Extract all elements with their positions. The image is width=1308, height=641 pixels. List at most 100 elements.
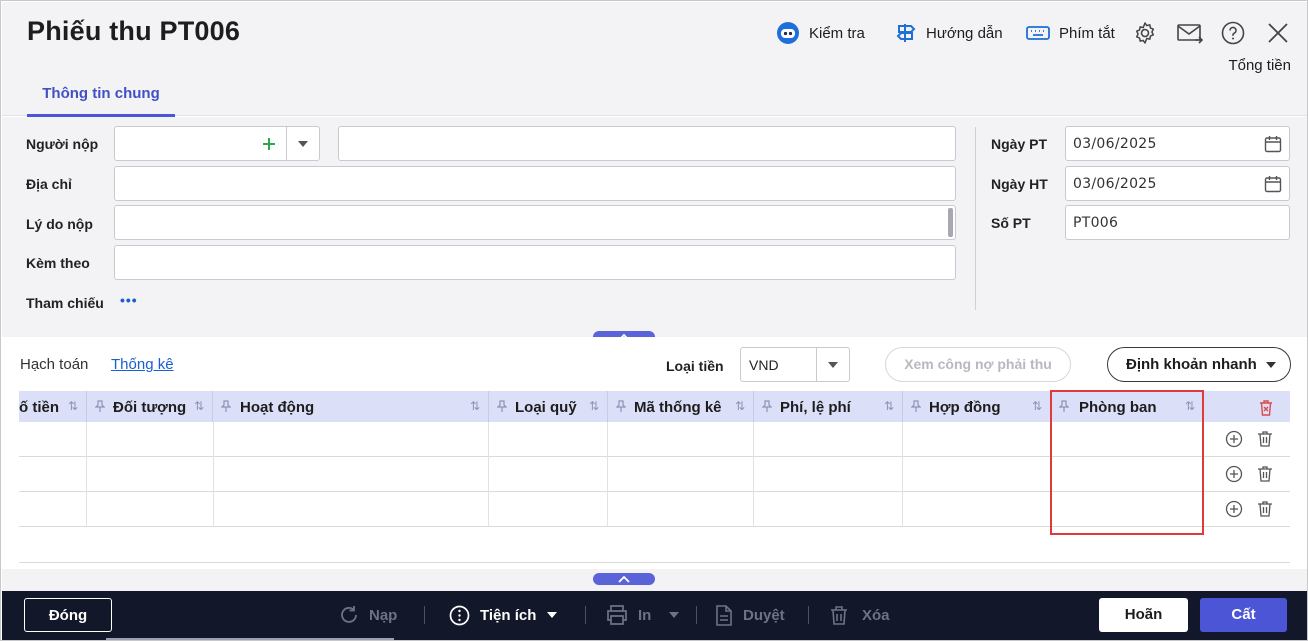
robot-icon [777,22,799,44]
col-divider [86,422,87,527]
general-info-form: Người nộp Địa chỉ Lý do nộp Kèm theo Tha… [2,117,1307,337]
footer-divider [424,606,425,624]
col-label: Loại quỹ [515,399,577,416]
top-bar: Phiếu thu PT006 Kiểm tra Hướng dẫn Phím … [2,2,1307,117]
col-ma-thong-ke[interactable]: Mã thống kê ⇅ [608,391,754,422]
tab-thong-ke[interactable]: Thống kê [111,356,174,373]
page-title: Phiếu thu PT006 [27,16,241,46]
xoa-label: Xóa [862,606,890,624]
huong-dan-button[interactable]: Hướng dẫn [895,22,1003,44]
sort-icon[interactable]: ⇅ [68,399,78,413]
ngay-ht-datepicker[interactable]: 03/06/2025 [1065,166,1290,201]
loai-tien-dropdown-arrow[interactable] [816,348,849,381]
nguoi-nop-name-input[interactable] [338,126,956,161]
collapse-grid-toggle[interactable] [593,573,655,585]
pin-icon[interactable] [616,400,626,412]
col-doi-tuong[interactable]: Đối tượng ⇅ [87,391,213,422]
col-label: Phí, lệ phí [780,399,851,416]
delete-all-icon[interactable] [1258,399,1274,416]
calendar-icon[interactable] [1264,175,1282,193]
trash-icon [831,605,847,625]
duyet-button[interactable]: Duyệt [715,604,785,626]
help-icon[interactable] [1221,21,1245,45]
document-icon [716,604,732,626]
loai-tien-select[interactable]: VND [740,347,850,382]
cat-button[interactable]: Cất [1200,598,1287,632]
dinh-khoan-nhanh-button[interactable]: Định khoản nhanh [1107,347,1291,382]
xoa-button[interactable]: Xóa [829,605,890,625]
kem-theo-input[interactable] [114,245,956,280]
col-divider [488,422,489,527]
pin-icon[interactable] [497,400,507,412]
footer-spacer [2,569,1307,591]
sort-icon[interactable]: ⇅ [470,399,480,413]
nguoi-nop-combobox[interactable] [114,126,320,161]
footer-toolbar: Đóng Nạp Tiện ích In Duyệt Xóa Hoãn Cất [2,591,1307,640]
footer-divider [696,606,697,624]
pin-icon[interactable] [911,400,921,412]
ngay-pt-value: 03/06/2025 [1073,136,1157,152]
so-pt-input[interactable]: PT006 [1065,205,1290,240]
col-divider [213,422,214,527]
add-row-icon[interactable] [1225,430,1243,448]
gear-icon[interactable] [1133,21,1157,45]
textarea-scrollbar[interactable] [948,208,953,237]
delete-row-icon[interactable] [1256,465,1274,483]
sort-icon[interactable]: ⇅ [589,399,599,413]
delete-row-icon[interactable] [1256,500,1274,518]
tien-ich-button[interactable]: Tiện ích [449,605,558,625]
col-hoat-dong[interactable]: Hoạt động ⇅ [213,391,489,422]
tham-chieu-more-button[interactable]: ••• [120,292,138,308]
refresh-icon [341,606,357,623]
close-icon[interactable] [1266,21,1290,45]
phong-ban-column-highlight [1050,390,1204,535]
dia-chi-input[interactable] [114,166,956,201]
pin-icon[interactable] [762,400,772,412]
calendar-icon[interactable] [1264,135,1282,153]
pin-icon[interactable] [221,400,231,412]
nap-label: Nạp [369,606,398,624]
col-divider [902,422,903,527]
add-row-icon[interactable] [1225,500,1243,518]
dia-chi-label: Địa chỉ [26,176,72,192]
col-phi-le-phi[interactable]: Phí, lệ phí ⇅ [754,391,903,422]
col-label: Hoạt động [240,399,315,416]
loai-tien-value: VND [749,357,779,373]
phim-tat-button[interactable]: Phím tắt [1026,22,1115,44]
nap-button[interactable]: Nạp [338,605,397,625]
mail-send-icon[interactable] [1177,21,1203,45]
dong-button[interactable]: Đóng [24,598,112,632]
xem-cong-no-button[interactable]: Xem công nợ phải thu [885,347,1071,382]
col-label: Đối tượng [113,399,187,416]
tab-hach-toan[interactable]: Hạch toán [20,356,88,373]
nguoi-nop-label: Người nộp [26,136,99,152]
col-so-tien[interactable]: ố tiền ⇅ [19,391,87,422]
kiem-tra-button[interactable]: Kiểm tra [776,22,865,44]
ngay-pt-datepicker[interactable]: 03/06/2025 [1065,126,1290,161]
tab-thong-tin-chung[interactable]: Thông tin chung [27,76,175,117]
sort-icon[interactable]: ⇅ [884,399,894,413]
pin-icon[interactable] [95,400,105,412]
ngay-ht-value: 03/06/2025 [1073,176,1157,192]
in-button[interactable]: In [606,605,680,625]
loai-tien-label: Loại tiền [666,358,724,374]
tien-ich-label: Tiện ích [480,606,537,624]
col-hop-dong[interactable]: Hợp đồng ⇅ [903,391,1051,422]
add-icon[interactable] [262,137,276,151]
hoan-button[interactable]: Hoãn [1099,598,1188,632]
kem-theo-label: Kèm theo [26,255,90,271]
ly-do-label: Lý do nộp [26,216,93,232]
tham-chieu-label: Tham chiếu [26,295,104,311]
kiem-tra-label: Kiểm tra [809,24,865,42]
sort-icon[interactable]: ⇅ [735,399,745,413]
dinh-khoan-label: Định khoản nhanh [1126,356,1257,373]
add-row-icon[interactable] [1225,465,1243,483]
sort-icon[interactable]: ⇅ [1032,399,1042,413]
col-loai-quy[interactable]: Loại quỹ ⇅ [489,391,608,422]
sort-icon[interactable]: ⇅ [194,399,204,413]
ly-do-textarea[interactable] [114,205,956,240]
huong-dan-label: Hướng dẫn [926,24,1003,42]
delete-row-icon[interactable] [1256,430,1274,448]
chevron-down-icon[interactable] [298,141,308,147]
col-divider [753,422,754,527]
